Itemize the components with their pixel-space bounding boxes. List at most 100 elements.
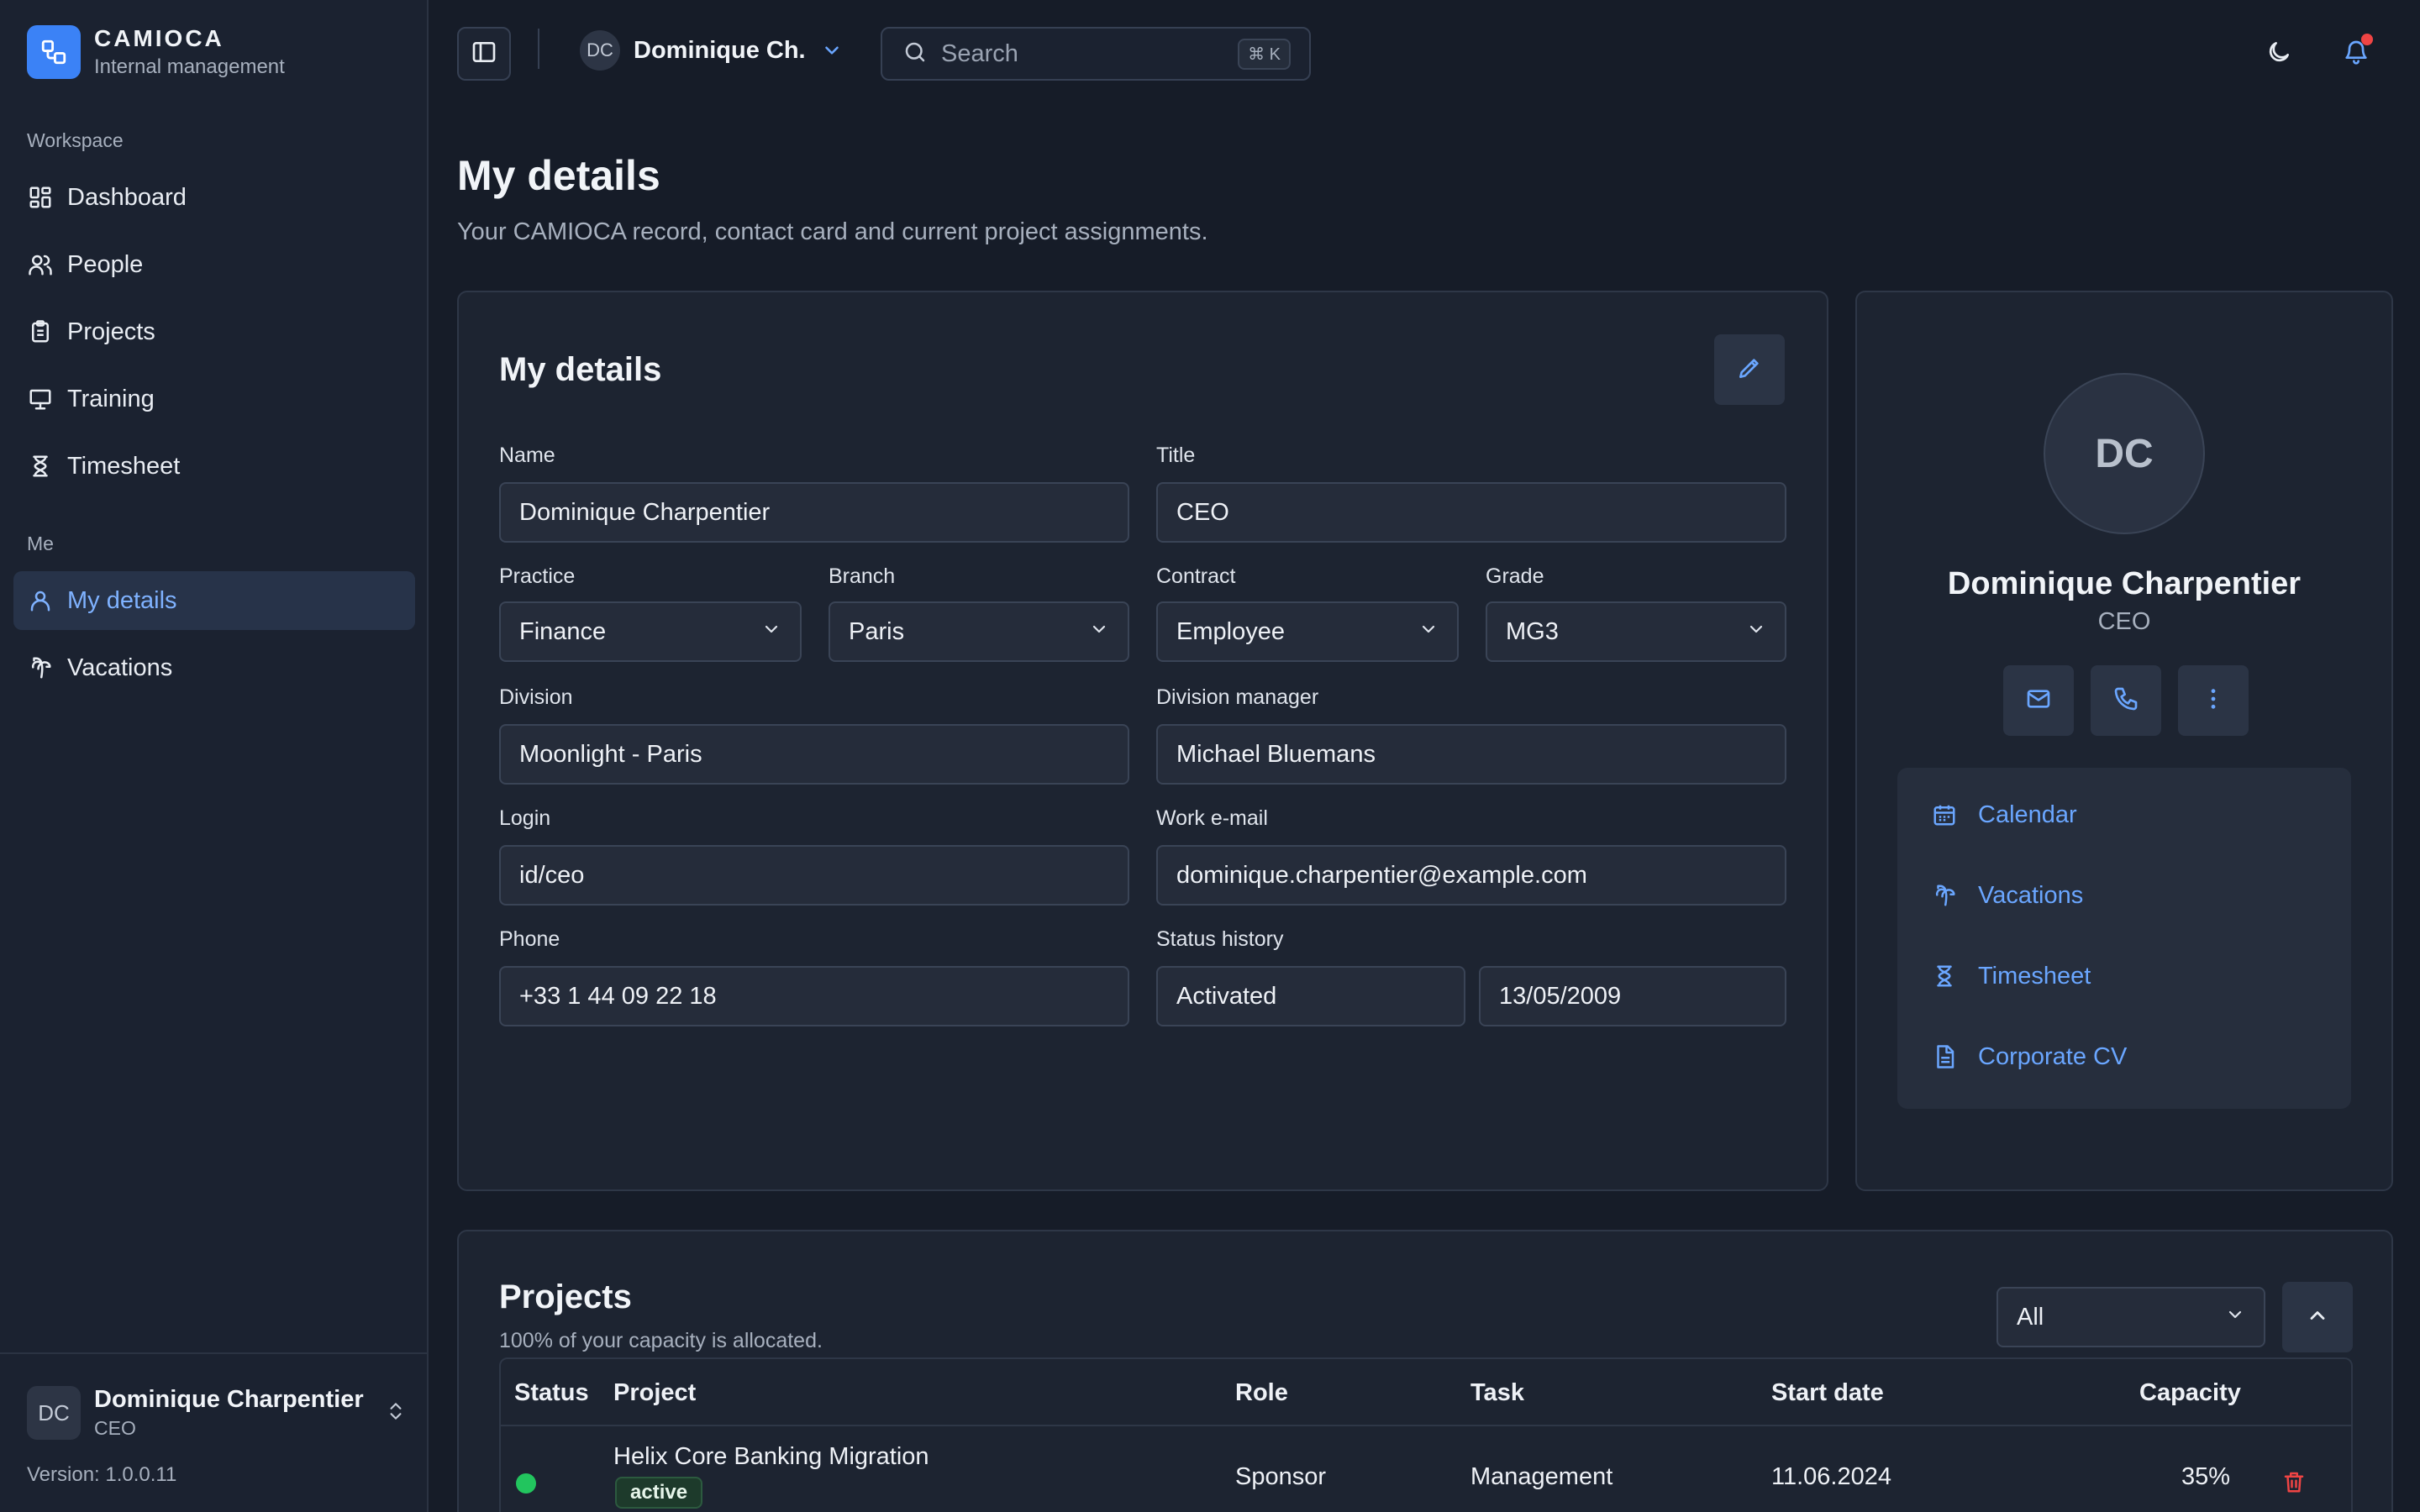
brand[interactable]: CAMIOCA Internal management bbox=[27, 25, 285, 79]
hourglass-icon bbox=[1931, 963, 1958, 990]
link-calendar[interactable]: Calendar bbox=[1931, 793, 2077, 837]
chevron-down-icon bbox=[1418, 618, 1439, 646]
section-label-workspace: Workspace bbox=[27, 129, 124, 151]
sidebar-footer: DC Dominique Charpentier CEO Version: 1.… bbox=[0, 1352, 427, 1512]
projects-title: Projects bbox=[499, 1278, 632, 1315]
palm-tree-icon bbox=[1931, 882, 1958, 909]
sidebar-item-my-details[interactable]: My details bbox=[13, 571, 415, 630]
sidebar-item-training[interactable]: Training bbox=[13, 370, 415, 428]
search-input[interactable]: Search ⌘ K bbox=[881, 27, 1311, 81]
link-vacations[interactable]: Vacations bbox=[1931, 874, 2083, 917]
grade-select[interactable]: MG3 bbox=[1486, 601, 1786, 662]
project-task: Management bbox=[1470, 1463, 1613, 1490]
project-start-date: 11.06.2024 bbox=[1771, 1463, 1891, 1490]
work-email-field[interactable]: dominique.charpentier@example.com bbox=[1156, 845, 1786, 906]
presentation-icon bbox=[27, 386, 54, 412]
project-name[interactable]: Helix Core Banking Migration bbox=[613, 1443, 929, 1471]
user-switcher[interactable]: DC Dominique Ch. bbox=[580, 30, 843, 71]
column-header-status[interactable]: Status bbox=[514, 1379, 589, 1407]
chevrons-up-down-icon bbox=[385, 1400, 407, 1426]
user-name: Dominique Charpentier bbox=[94, 1386, 364, 1413]
link-label: Corporate CV bbox=[1978, 1042, 2128, 1070]
more-button[interactable] bbox=[2178, 665, 2249, 736]
filter-value: All bbox=[2017, 1303, 2044, 1331]
projects-card: Projects 100% of your capacity is alloca… bbox=[457, 1230, 2393, 1512]
project-role: Sponsor bbox=[1235, 1463, 1327, 1490]
avatar: DC bbox=[2044, 373, 2205, 534]
search-shortcut: ⌘ K bbox=[1238, 38, 1291, 70]
division-label: Division bbox=[499, 685, 573, 709]
toggle-sidebar-button[interactable] bbox=[457, 27, 511, 81]
version-label: Version: 1.0.0.11 bbox=[27, 1463, 177, 1486]
profile-name: Dominique Charpentier bbox=[1947, 566, 2302, 601]
column-header-task[interactable]: Task bbox=[1470, 1379, 1524, 1407]
sidebar-item-label: Dashboard bbox=[67, 183, 187, 211]
login-label: Login bbox=[499, 806, 551, 830]
chevron-down-icon bbox=[1089, 618, 1109, 646]
table-header: Status Project Role Task Start date Capa… bbox=[501, 1359, 2351, 1426]
sidebar-item-vacations[interactable]: Vacations bbox=[13, 638, 415, 697]
sidebar-item-label: People bbox=[67, 250, 144, 278]
search-placeholder: Search bbox=[941, 39, 1018, 67]
sidebar-item-label: Projects bbox=[67, 318, 155, 345]
chevron-up-icon bbox=[2306, 1304, 2329, 1331]
sidebar-item-dashboard[interactable]: Dashboard bbox=[13, 168, 415, 227]
collapse-projects-button[interactable] bbox=[2282, 1282, 2353, 1352]
contract-select[interactable]: Employee bbox=[1156, 601, 1459, 662]
edit-button[interactable] bbox=[1714, 334, 1785, 405]
trash-icon[interactable] bbox=[2275, 1463, 2312, 1500]
sidebar-item-label: My details bbox=[67, 586, 177, 614]
column-header-role[interactable]: Role bbox=[1235, 1379, 1288, 1407]
user-switcher-name: Dominique Ch. bbox=[634, 36, 806, 64]
status-date-field[interactable]: 13/05/2009 bbox=[1479, 966, 1786, 1026]
link-label: Timesheet bbox=[1978, 962, 2091, 990]
theme-toggle-button[interactable] bbox=[2252, 27, 2306, 81]
branch-value: Paris bbox=[849, 617, 905, 645]
name-field[interactable]: Dominique Charpentier bbox=[499, 482, 1129, 543]
avatar: DC bbox=[27, 1386, 81, 1440]
notification-dot bbox=[2361, 34, 2373, 45]
title-field[interactable]: CEO bbox=[1156, 482, 1786, 543]
notifications-button[interactable] bbox=[2329, 27, 2383, 81]
brand-subtitle: Internal management bbox=[94, 55, 285, 78]
division-manager-field[interactable]: Michael Bluemans bbox=[1156, 724, 1786, 785]
column-header-project[interactable]: Project bbox=[613, 1379, 696, 1407]
sidebar: CAMIOCA Internal management Workspace Da… bbox=[0, 0, 429, 1512]
more-vertical-icon bbox=[2200, 685, 2227, 717]
project-capacity: 35% bbox=[2181, 1463, 2231, 1490]
practice-select[interactable]: Finance bbox=[499, 601, 802, 662]
sidebar-item-projects[interactable]: Projects bbox=[13, 302, 415, 361]
call-button[interactable] bbox=[2091, 665, 2161, 736]
user-menu[interactable]: DC Dominique Charpentier CEO bbox=[27, 1386, 407, 1440]
chevron-down-icon bbox=[821, 39, 843, 61]
email-button[interactable] bbox=[2003, 665, 2074, 736]
section-label-me: Me bbox=[27, 533, 54, 554]
column-header-capacity[interactable]: Capacity bbox=[2139, 1379, 2241, 1407]
link-timesheet[interactable]: Timesheet bbox=[1931, 954, 2091, 998]
sidebar-item-timesheet[interactable]: Timesheet bbox=[13, 437, 415, 496]
work-email-label: Work e-mail bbox=[1156, 806, 1268, 830]
login-field[interactable]: id/ceo bbox=[499, 845, 1129, 906]
branch-select[interactable]: Paris bbox=[829, 601, 1129, 662]
sidebar-item-label: Timesheet bbox=[67, 452, 181, 480]
sidebar-item-people[interactable]: People bbox=[13, 235, 415, 294]
practice-label: Practice bbox=[499, 564, 576, 588]
palm-tree-icon bbox=[27, 654, 54, 681]
chevron-down-icon bbox=[2225, 1304, 2245, 1331]
phone-field[interactable]: +33 1 44 09 22 18 bbox=[499, 966, 1129, 1026]
user-role: CEO bbox=[94, 1417, 136, 1439]
sidebar-item-label: Training bbox=[67, 385, 155, 412]
column-header-start-date[interactable]: Start date bbox=[1771, 1379, 1884, 1407]
status-field[interactable]: Activated bbox=[1156, 966, 1465, 1026]
avatar: DC bbox=[580, 30, 620, 71]
division-manager-label: Division manager bbox=[1156, 685, 1319, 709]
topbar: DC Dominique Ch. Search ⌘ K bbox=[429, 0, 2420, 108]
quick-links: Calendar Vacations Timesheet Corporate C… bbox=[1897, 768, 2351, 1109]
division-field[interactable]: Moonlight - Paris bbox=[499, 724, 1129, 785]
title-label: Title bbox=[1156, 444, 1196, 467]
document-icon bbox=[1931, 1043, 1958, 1070]
dashboard-icon bbox=[27, 184, 54, 211]
projects-filter-select[interactable]: All bbox=[1996, 1287, 2265, 1347]
link-label: Calendar bbox=[1978, 801, 2077, 828]
link-corporate-cv[interactable]: Corporate CV bbox=[1931, 1035, 2127, 1079]
